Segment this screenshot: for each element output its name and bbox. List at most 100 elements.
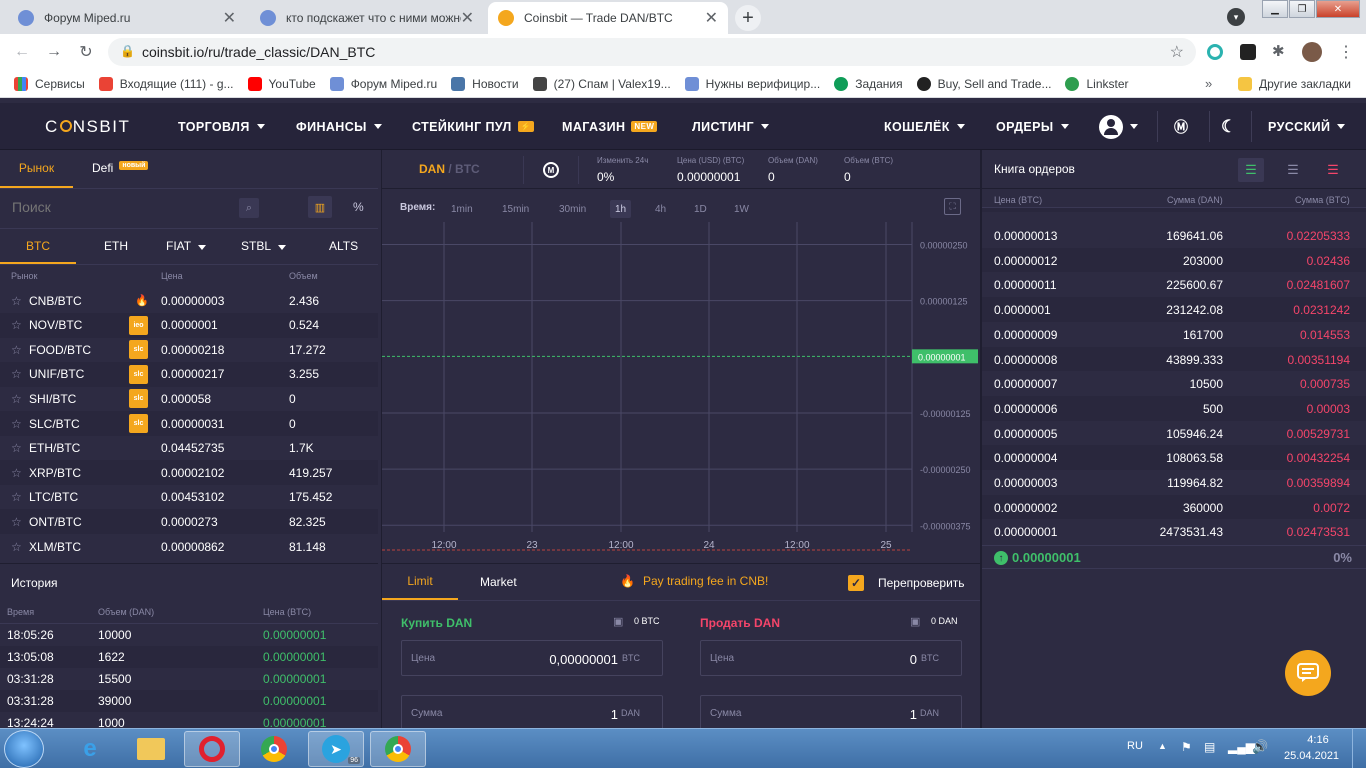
bookmark-item[interactable]: Linkster xyxy=(1065,76,1129,91)
market-row[interactable]: ☆ FOOD/BTC slc 0.00000218 17.272 xyxy=(0,337,378,362)
market-row[interactable]: ☆ CNB/BTC 🔥 0.00000003 2.436 xyxy=(0,288,378,313)
timeframe-4h[interactable]: 4h xyxy=(650,200,671,218)
favorite-star-icon[interactable]: ☆ xyxy=(11,540,22,554)
timeframe-1h[interactable]: 1h xyxy=(610,200,632,218)
bookmark-item[interactable]: (27) Спам | Valex19... xyxy=(532,76,671,91)
minimize-button[interactable]: ▁ xyxy=(1262,0,1288,18)
search-icon[interactable]: ⌕ xyxy=(239,198,259,218)
sell-amount-field[interactable]: Сумма 1 DAN xyxy=(700,695,962,731)
favorite-star-icon[interactable]: ☆ xyxy=(11,515,22,529)
bar-chart-icon[interactable]: ▥ xyxy=(308,196,332,218)
nav-finance[interactable]: ФИНАНСЫ xyxy=(296,103,382,150)
favorite-star-icon[interactable]: ☆ xyxy=(11,367,22,381)
bookmark-item[interactable]: Новости xyxy=(451,76,519,91)
bookmark-item[interactable]: Входящие (111) - g... xyxy=(98,76,234,91)
market-row[interactable]: ☆ NOV/BTC ieo 0.0000001 0.524 xyxy=(0,312,378,338)
show-desktop-button[interactable] xyxy=(1352,729,1366,768)
browser-tab[interactable]: Форум Miped.ru ✕ xyxy=(8,2,246,34)
other-bookmarks-folder[interactable]: Другие закладки xyxy=(1238,77,1351,91)
orderbook-row[interactable]: 0.00000011 225600.67 0.02481607 xyxy=(982,272,1366,297)
nav-wallet[interactable]: КОШЕЛЁК xyxy=(884,103,965,150)
bookmark-item[interactable]: Нужны верифицир... xyxy=(684,76,820,91)
bookmark-star-icon[interactable]: ☆ xyxy=(1170,42,1184,62)
device-icon[interactable]: ▤ xyxy=(1204,740,1215,754)
tab-market-order[interactable]: Market xyxy=(480,575,517,589)
tray-expand-icon[interactable]: ▲ xyxy=(1158,741,1167,751)
favorite-star-icon[interactable]: ☆ xyxy=(11,466,22,480)
coinmarketcap-icon[interactable]: Ⓜ xyxy=(1174,103,1188,150)
nav-shop[interactable]: МАГАЗИН NEW xyxy=(562,103,658,150)
orderbook-both-icon[interactable]: ☰ xyxy=(1238,158,1264,182)
favorite-star-icon[interactable]: ☆ xyxy=(11,294,22,308)
quote-tab-fiat[interactable]: FIAT xyxy=(166,239,207,253)
orderbook-row[interactable]: 0.0000001 231242.08 0.0231242 xyxy=(982,297,1366,322)
close-window-button[interactable]: ✕ xyxy=(1316,0,1360,18)
timeframe-1d[interactable]: 1D xyxy=(689,200,712,218)
close-icon[interactable]: ✕ xyxy=(223,8,236,28)
extensions-puzzle-icon[interactable]: ✱ xyxy=(1272,42,1285,60)
favorite-star-icon[interactable]: ☆ xyxy=(11,417,22,431)
quote-tab-btc[interactable]: BTC xyxy=(0,229,76,264)
market-row[interactable]: ☆ XRP/BTC 0.00002102 419.257 xyxy=(0,460,378,486)
nav-orders[interactable]: ОРДЕРЫ xyxy=(996,103,1069,150)
fullscreen-icon[interactable]: ⛶ xyxy=(944,198,961,215)
address-bar[interactable]: 🔒 coinsbit.io/ru/trade_classic/DAN_BTC ☆ xyxy=(108,38,1196,66)
quote-tab-eth[interactable]: ETH xyxy=(104,239,128,253)
taskbar-opera[interactable] xyxy=(184,731,240,767)
close-icon[interactable]: ✕ xyxy=(461,8,474,28)
user-menu[interactable] xyxy=(1099,103,1138,150)
start-button[interactable] xyxy=(4,730,44,768)
browser-tab-active[interactable]: Coinsbit — Trade DAN/BTC ✕ xyxy=(488,2,728,34)
timeframe-15min[interactable]: 15min xyxy=(497,200,534,218)
signal-icon[interactable]: ▂▄▆ xyxy=(1228,740,1255,754)
market-row[interactable]: ☆ ONT/BTC 0.0000273 82.325 xyxy=(0,509,378,535)
market-row[interactable]: ☆ UNIF/BTC slc 0.00000217 3.255 xyxy=(0,361,378,387)
bookmark-item[interactable]: Форум Miped.ru xyxy=(329,76,437,91)
sell-price-field[interactable]: Цена 0 BTC xyxy=(700,640,962,676)
orderbook-buy-icon[interactable]: ☰ xyxy=(1282,158,1304,182)
quote-tab-stbl[interactable]: STBL xyxy=(241,239,287,253)
back-arrow-icon[interactable]: ← xyxy=(12,42,32,62)
bookmark-item[interactable]: Сервисы xyxy=(14,76,85,91)
close-icon[interactable]: ✕ xyxy=(705,8,718,28)
market-row[interactable]: ☆ ETH/BTC 0.04452735 1.7K xyxy=(0,436,378,461)
browser-tab[interactable]: кто подскажет что с ними можно ✕ xyxy=(250,2,484,34)
chat-support-button[interactable] xyxy=(1285,650,1331,696)
profile-avatar[interactable] xyxy=(1302,42,1322,62)
orderbook-row[interactable]: 0.00000005 105946.24 0.00529731 xyxy=(982,421,1366,446)
clock-time[interactable]: 4:16 xyxy=(1298,734,1338,746)
favorite-star-icon[interactable]: ☆ xyxy=(11,318,22,332)
language-indicator[interactable]: RU xyxy=(1127,740,1143,752)
bookmark-item[interactable]: Buy, Sell and Trade... xyxy=(916,76,1051,91)
orderbook-row[interactable]: 0.00000007 10500 0.000735 xyxy=(982,371,1366,396)
coinsbit-logo[interactable]: C NSBIT xyxy=(45,117,130,137)
taskbar-ie[interactable]: e xyxy=(62,731,118,767)
favorite-star-icon[interactable]: ☆ xyxy=(11,392,22,406)
price-chart[interactable]: 0.00000250 0.00000125 -0.00000125 -0.000002… xyxy=(382,222,980,562)
extension-icon[interactable] xyxy=(1207,44,1223,60)
tab-defi[interactable]: Defi новый xyxy=(92,161,149,175)
bookmark-item[interactable]: Задания xyxy=(834,76,903,91)
quote-tab-alts[interactable]: ALTS xyxy=(329,239,358,253)
orderbook-row[interactable]: 0.00000008 43899.333 0.00351194 xyxy=(982,346,1366,372)
favorite-star-icon[interactable]: ☆ xyxy=(11,441,22,455)
new-tab-button[interactable]: + xyxy=(735,5,761,31)
extension-icon[interactable] xyxy=(1240,44,1256,60)
nav-trading[interactable]: ТОРГОВЛЯ xyxy=(178,103,265,150)
orderbook-row[interactable]: 0.00000002 360000 0.0072 xyxy=(982,494,1366,520)
volume-icon[interactable]: 🔊 xyxy=(1252,739,1268,755)
promo-banner[interactable]: 🔥 Pay trading fee in CNB! xyxy=(620,574,768,588)
orderbook-row[interactable]: 0.00000009 161700 0.014553 xyxy=(982,322,1366,347)
taskbar-explorer[interactable] xyxy=(123,731,179,767)
clock-date[interactable]: 25.04.2021 xyxy=(1284,750,1339,762)
tab-search-icon[interactable]: ▾ xyxy=(1227,8,1245,26)
dark-mode-moon-icon[interactable]: ☾ xyxy=(1221,103,1237,150)
favorite-star-icon[interactable]: ☆ xyxy=(11,490,22,504)
timeframe-1w[interactable]: 1W xyxy=(729,200,754,218)
favorite-star-icon[interactable]: ☆ xyxy=(11,343,22,357)
orderbook-row[interactable]: 0.00000003 119964.82 0.00359894 xyxy=(982,470,1366,495)
bookmark-item[interactable]: YouTube xyxy=(247,76,316,91)
buy-price-field[interactable]: Цена 0,00000001 BTC xyxy=(401,640,663,676)
orderbook-row[interactable]: 0.00000001 2473531.43 0.02473531 xyxy=(982,519,1366,544)
taskbar-telegram[interactable]: ➤ 96 xyxy=(308,731,364,767)
